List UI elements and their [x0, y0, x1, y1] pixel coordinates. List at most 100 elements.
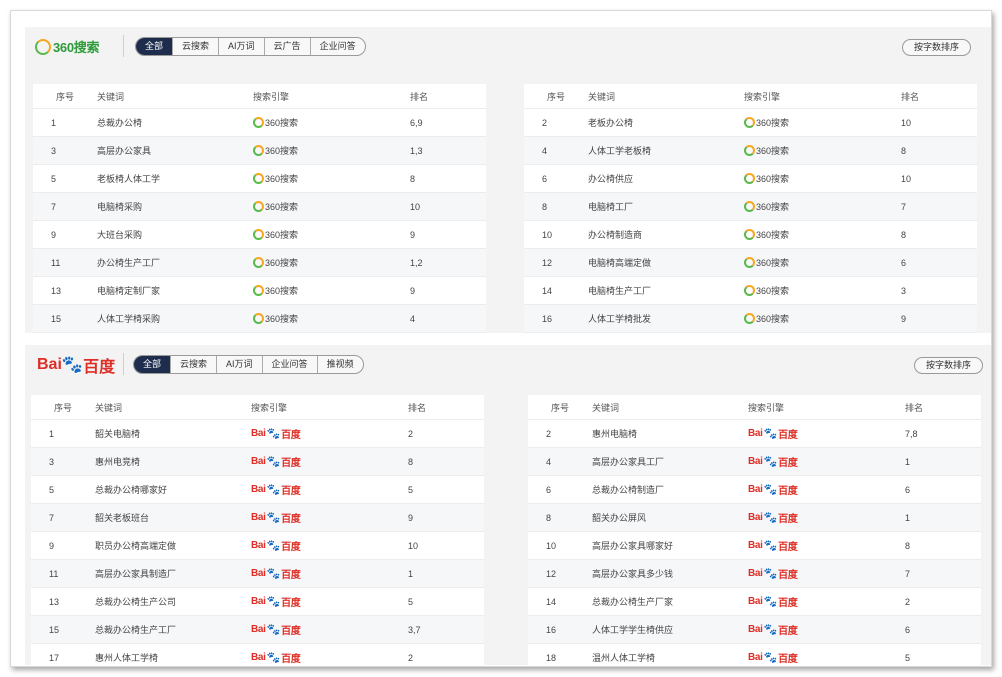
engine-cell: Bai 🐾 百度 [748, 454, 905, 469]
tab-all[interactable]: 全部 [136, 38, 173, 55]
rank-cell: 3,7 [408, 624, 421, 635]
rank-cell: 7 [905, 568, 911, 579]
rank-cell: 6,9 [410, 117, 423, 128]
tab-cloud-search[interactable]: 云搜索 [172, 38, 218, 55]
toolbar-360: 360搜索 全部 云搜索 AI万词 云广告 企业问答 按字数排序 [25, 27, 991, 65]
engine-label: 360搜索 [756, 286, 790, 296]
rank-cell: 1 [905, 512, 911, 523]
paw-icon: 🐾 [763, 512, 778, 524]
tab-video[interactable]: 推视频 [316, 356, 363, 373]
row-number: 8 [542, 201, 548, 212]
engine-baidu-du: 百度 [281, 654, 301, 665]
keyword-cell: 老板椅人体工学 [97, 174, 161, 184]
keyword-cell: 总裁办公椅生产公司 [95, 597, 177, 607]
tab-ai-words[interactable]: AI万词 [216, 356, 262, 373]
engine-baidu-bai: Bai [748, 428, 763, 439]
engine-360: 360搜索 [253, 256, 298, 269]
engine-cell: 360搜索 [253, 312, 410, 325]
engine-cell: Bai 🐾 百度 [748, 482, 905, 497]
row-number: 10 [546, 540, 557, 551]
tab-qa[interactable]: 企业问答 [309, 38, 365, 55]
rank-cell: 2 [905, 596, 911, 607]
keyword-cell: 大班台采购 [97, 230, 143, 240]
engine-baidu-bai: Bai [251, 428, 266, 439]
row-number: 8 [546, 512, 552, 523]
360-logo-icon [744, 285, 755, 296]
table-row: 3 高层办公家具 360搜索 1,3 [33, 136, 486, 164]
tab-all[interactable]: 全部 [134, 356, 171, 373]
paw-icon: 🐾 [266, 568, 281, 580]
row-number: 7 [51, 201, 57, 212]
column-header: 序号 [546, 91, 565, 102]
sort-by-length-button[interactable]: 按字数排序 [901, 39, 971, 56]
360-logo-icon [253, 229, 264, 240]
column-header: 搜索引擎 [748, 402, 785, 413]
engine-baidu-bai: Bai [748, 652, 763, 663]
paw-icon: 🐾 [763, 596, 778, 608]
engine-baidu-bai: Bai [251, 540, 266, 551]
table-row: 8 电脑椅工厂 360搜索 7 [524, 192, 977, 220]
paw-icon: 🐾 [763, 456, 778, 468]
table-row: 14 电脑椅生产工厂 360搜索 3 [524, 276, 977, 304]
engine-baidu: Bai 🐾 百度 [748, 454, 798, 469]
row-number: 6 [542, 173, 548, 184]
logo-divider [123, 353, 124, 375]
row-number: 3 [49, 456, 55, 467]
tab-qa[interactable]: 企业问答 [261, 356, 317, 373]
rank-cell: 6 [905, 484, 911, 495]
engine-360: 360搜索 [253, 116, 298, 129]
engine-baidu-du: 百度 [778, 430, 798, 441]
row-number: 5 [49, 484, 55, 495]
row-number: 2 [546, 428, 552, 439]
engine-cell: Bai 🐾 百度 [748, 426, 905, 441]
tab-ai-words[interactable]: AI万词 [218, 38, 264, 55]
sort-by-length-button[interactable]: 按字数排序 [913, 357, 983, 374]
360-logo-icon [253, 285, 264, 296]
tabs-360: 全部 云搜索 AI万词 云广告 企业问答 [135, 37, 366, 56]
rank-cell: 9 [408, 512, 414, 523]
engine-label: 360搜索 [265, 230, 299, 240]
engine-cell: Bai 🐾 百度 [251, 454, 408, 469]
engine-baidu-bai: Bai [251, 652, 266, 663]
engine-cell: Bai 🐾 百度 [748, 510, 905, 525]
360-logo-icon [744, 145, 755, 156]
360-logo-icon [35, 38, 51, 55]
engine-baidu-du: 百度 [778, 570, 798, 581]
paw-icon: 🐾 [266, 596, 281, 608]
engine-baidu-bai: Bai [748, 540, 763, 551]
paw-icon: 🐾 [763, 484, 778, 496]
logo-360-text: 360搜索 [53, 40, 100, 55]
engine-baidu-du: 百度 [281, 570, 301, 581]
keyword-cell: 总裁办公椅生产厂家 [592, 597, 674, 607]
row-number: 7 [49, 512, 55, 523]
tab-cloud-ads[interactable]: 云广告 [263, 38, 310, 55]
keyword-cell: 职员办公椅高端定做 [95, 541, 177, 551]
rank-cell: 8 [905, 540, 911, 551]
tab-cloud-search[interactable]: 云搜索 [170, 356, 216, 373]
engine-baidu: Bai 🐾 百度 [251, 650, 301, 665]
engine-baidu-bai: Bai [748, 456, 763, 467]
paw-icon: 🐾 [266, 428, 281, 440]
engine-cell: Bai 🐾 百度 [251, 650, 408, 665]
engine-baidu: Bai 🐾 百度 [251, 454, 301, 469]
engine-baidu: Bai 🐾 百度 [748, 538, 798, 553]
screenshot-frame: 360搜索 全部 云搜索 AI万词 云广告 企业问答 按字数排序 序号 关键词 搜索… [10, 10, 992, 667]
360-logo-icon [744, 201, 755, 212]
paw-icon: 🐾 [763, 652, 778, 664]
row-number: 15 [51, 313, 62, 324]
engine-cell: Bai 🐾 百度 [251, 566, 408, 581]
engine-baidu-du: 百度 [281, 626, 301, 637]
rank-cell: 2 [408, 652, 414, 663]
engine-label: 360搜索 [756, 314, 790, 324]
table-row: 17人体工学椅定做360搜索9 [33, 332, 486, 333]
rank-cell: 5 [408, 596, 414, 607]
rank-cell: 5 [905, 652, 911, 663]
row-number: 18 [546, 652, 557, 663]
table-row: 5 总裁办公椅哪家好 Bai 🐾 百度 5 [31, 475, 484, 503]
engine-cell: 360搜索 [744, 200, 901, 213]
row-number: 14 [546, 596, 557, 607]
keyword-cell: 韶关电脑椅 [95, 429, 141, 439]
rank-cell: 1 [905, 456, 911, 467]
column-header: 搜索引擎 [253, 91, 290, 102]
engine-cell: Bai 🐾 百度 [748, 594, 905, 609]
